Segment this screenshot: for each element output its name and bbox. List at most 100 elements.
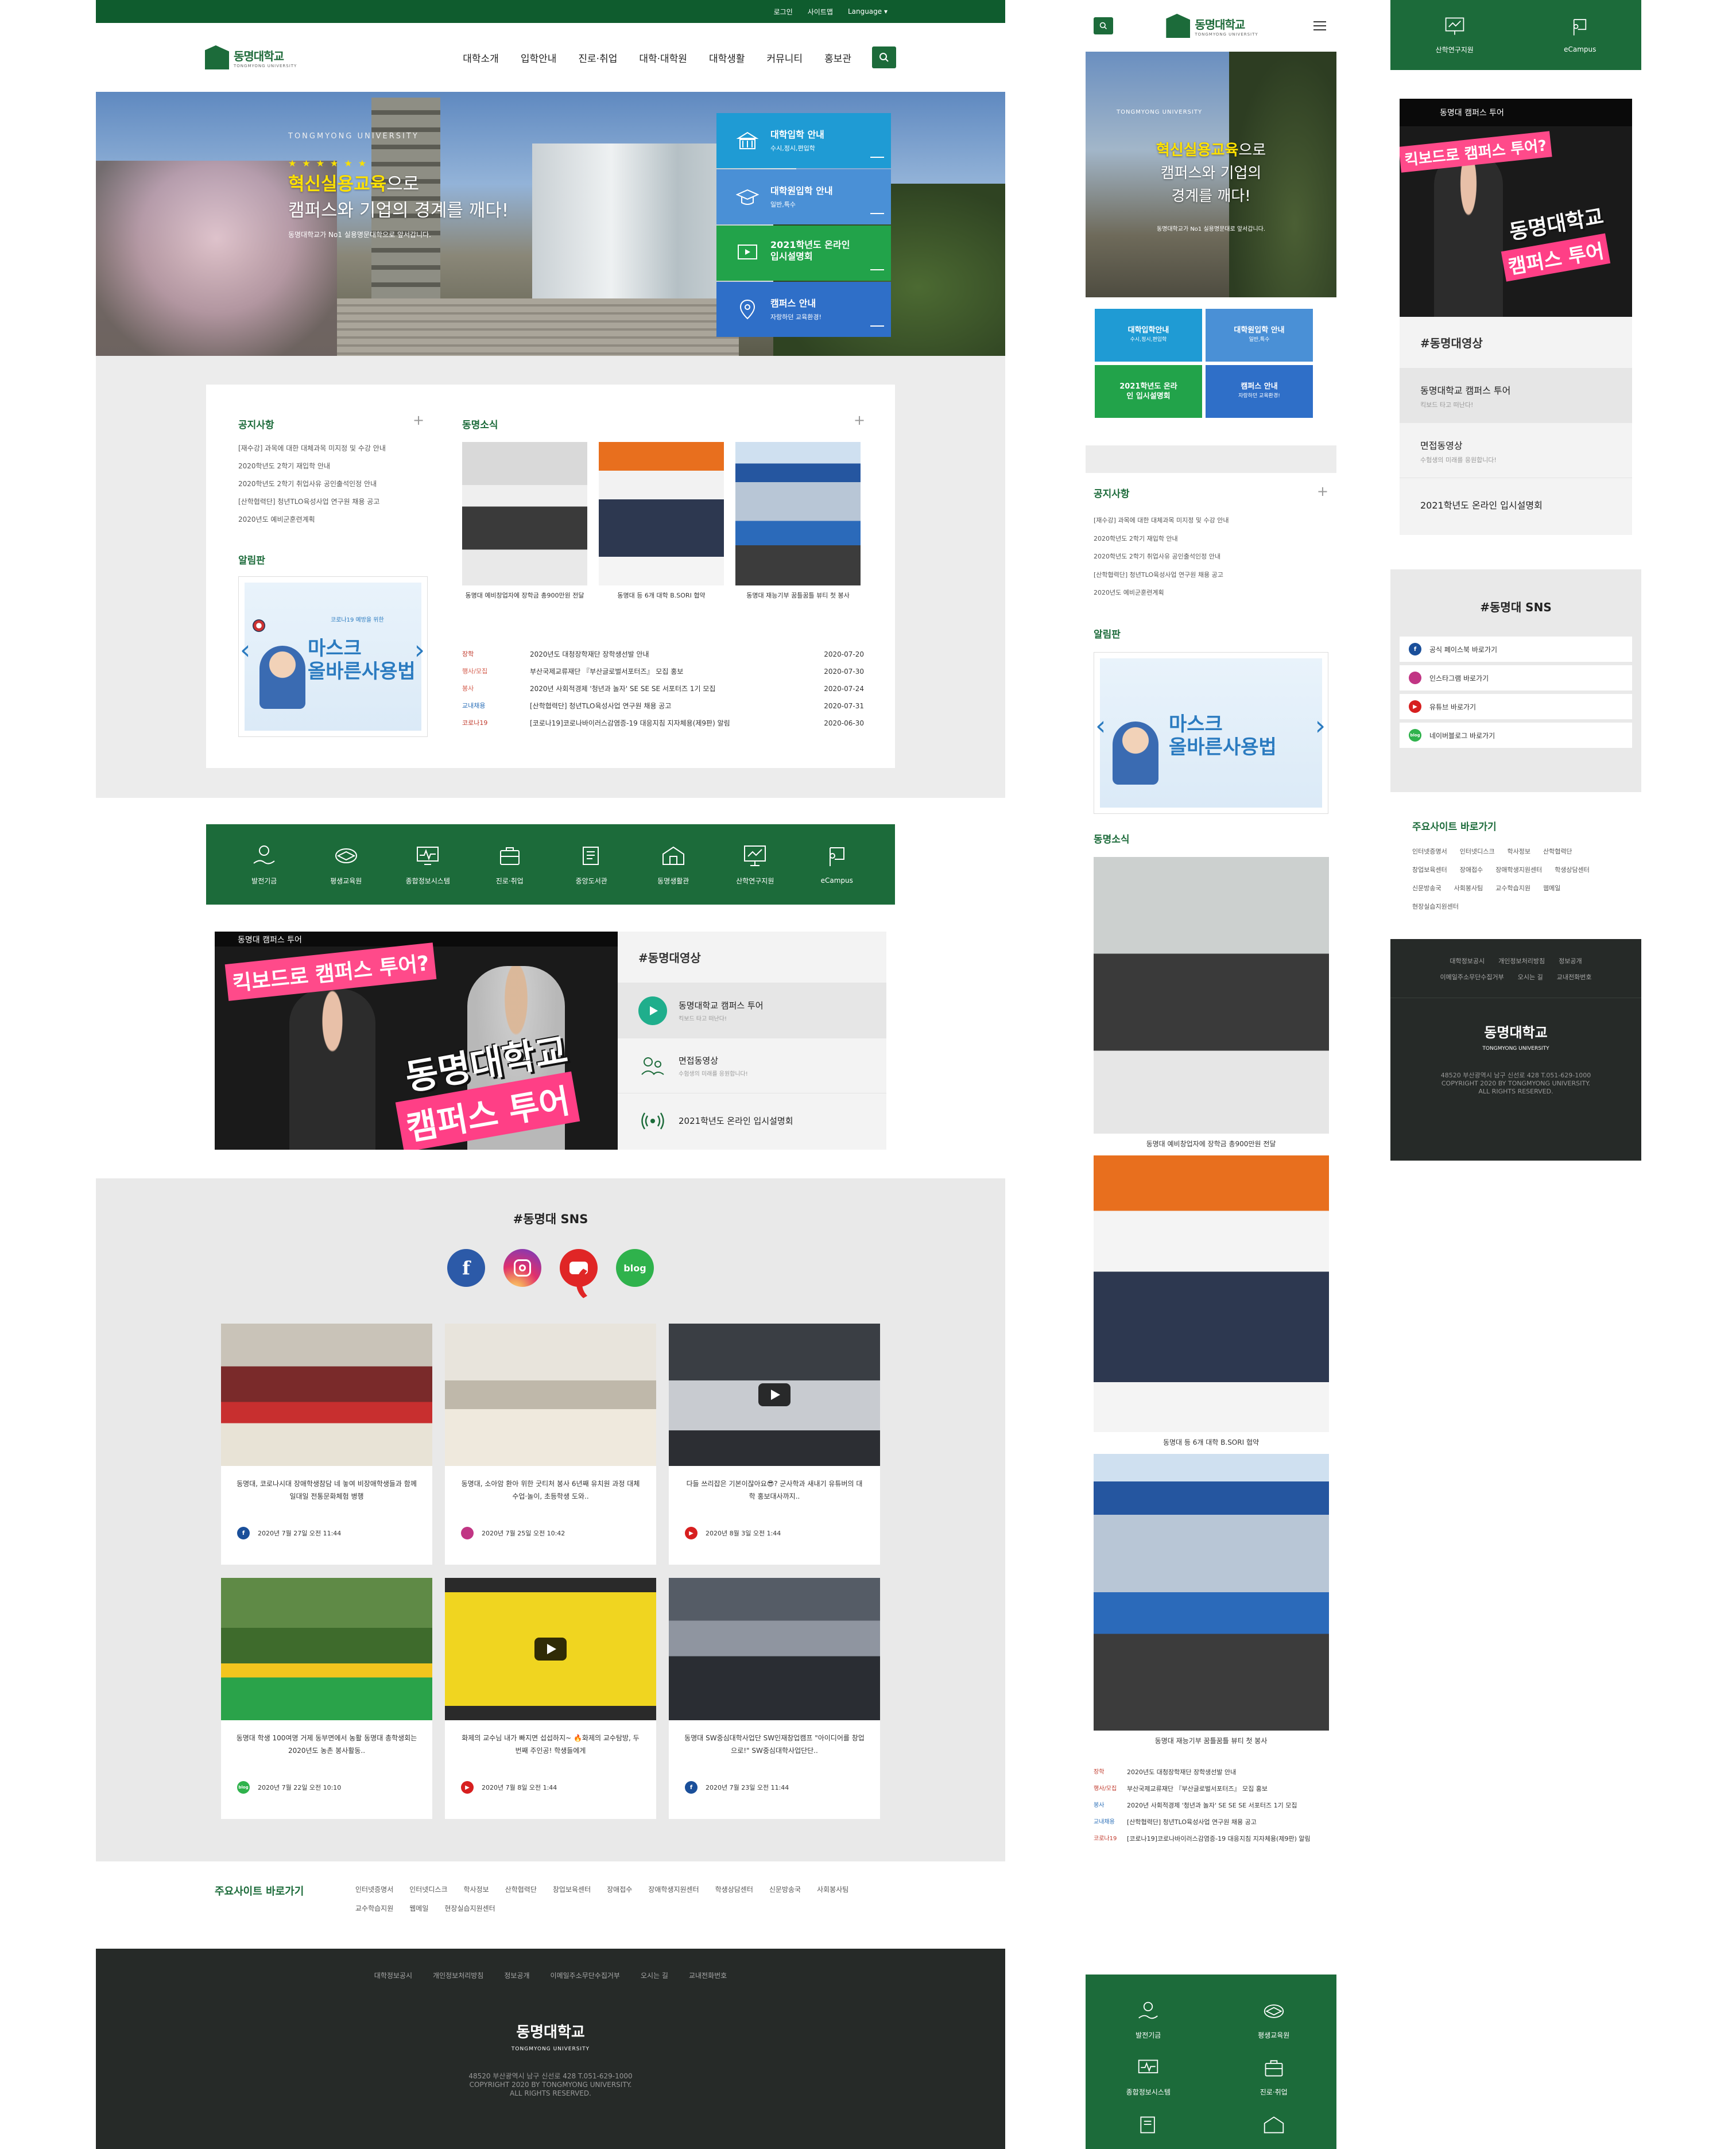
- mobile-shortcut-link[interactable]: 현장실습지원센터: [1412, 902, 1459, 911]
- instagram-icon[interactable]: [503, 1249, 541, 1287]
- mobile-shortcut-link[interactable]: 학사정보: [1507, 847, 1530, 856]
- mobile-notice-more-icon[interactable]: +: [1317, 483, 1328, 499]
- mobile-news-photo-card[interactable]: 동명대 예비창업자에 장학금 총900만원 전달: [1093, 856, 1329, 1155]
- shortcut-link[interactable]: 학사정보: [464, 1884, 489, 1894]
- sns-card[interactable]: 다들 쓰리잡은 기본이잖아요😎? 군사학과 새내기 유튜버의 대학 홍보대사까지…: [669, 1324, 880, 1565]
- mobile-notice-item[interactable]: [재수강] 과목에 대한 대체과목 미지정 및 수강 안내: [1094, 511, 1328, 530]
- mobile-footer-link[interactable]: 대학정보공시: [1450, 956, 1485, 965]
- mobile-news-photo-card[interactable]: 동명대 등 6개 대학 B.SORI 협약: [1093, 1155, 1329, 1454]
- shortcut-link[interactable]: 신문방송국: [769, 1884, 801, 1894]
- next-arrow-icon[interactable]: ›: [414, 634, 425, 665]
- mobile-search-button[interactable]: [1094, 17, 1113, 34]
- mobile-shortcut-link[interactable]: 인터넷증명서: [1412, 847, 1447, 856]
- nav-item-about[interactable]: 대학소개: [463, 51, 499, 65]
- quick-link-campus[interactable]: 캠퍼스 안내 자랑하던 교육환경!: [716, 282, 891, 337]
- mobile-footer-link[interactable]: 정보공개: [1559, 956, 1582, 965]
- mobile-logo[interactable]: 동명대학교 TONGMYONG UNIVERSITY: [1166, 14, 1258, 38]
- nav-item-campus-life[interactable]: 대학생활: [709, 51, 745, 65]
- footer-link[interactable]: 오시는 길: [641, 1970, 668, 1980]
- service-fund[interactable]: 발전기금: [230, 844, 299, 886]
- mobile-notice-item[interactable]: 2020학년도 2학기 재입학 안내: [1094, 530, 1328, 548]
- sns-card[interactable]: 동명대, 코로나시대 장애학생참담 네 놓여 비장애학생들과 함께 일대일 전통…: [221, 1324, 432, 1565]
- shortcut-link[interactable]: 인터넷디스크: [409, 1884, 447, 1894]
- mobile-service-item[interactable]: 종합정보시스템: [1086, 2057, 1211, 2097]
- notice-item[interactable]: [재수강] 과목에 대한 대체과목 미지정 및 수강 안내: [238, 440, 386, 457]
- video-item[interactable]: 동명대학교 캠퍼스 투어 킥보드 타고 떠난다!: [618, 983, 886, 1038]
- mobile-news-row[interactable]: 장학 2020년도 대청장학재단 장학생선발 안내: [1094, 1767, 1328, 1777]
- news-photo-card[interactable]: 동명대 재능기부 꿈틀꿈틀 뷰티 첫 봉사: [735, 442, 861, 600]
- news-more-icon[interactable]: +: [854, 412, 865, 428]
- mobile-service-item[interactable]: [1211, 2114, 1337, 2136]
- news-photo-card[interactable]: 동명대 예비창업자에 장학금 총900만원 전달: [462, 442, 587, 600]
- service-dormitory[interactable]: 동명생활관: [639, 844, 708, 886]
- nav-item-pr[interactable]: 홍보관: [824, 51, 851, 65]
- mobile-sns-link[interactable]: 인스타그램 바로가기: [1400, 665, 1632, 691]
- mobile-shortcut-link[interactable]: 창업보육센터: [1412, 865, 1447, 874]
- shortcut-link[interactable]: 산학협력단: [505, 1884, 537, 1894]
- news-photo-card[interactable]: 동명대 등 6개 대학 B.SORI 협약: [599, 442, 724, 600]
- mobile-news-row[interactable]: 코로나19 [코로나19]코로나바이러스감염증-19 대응지침 지자체용(제9판)…: [1094, 1834, 1328, 1844]
- notice-item[interactable]: 2020학년도 2학기 취업사유 공인출석인정 안내: [238, 475, 386, 493]
- play-button-icon[interactable]: [758, 1383, 790, 1406]
- mobile-sns-link[interactable]: ▶ 유튜브 바로가기: [1400, 694, 1632, 719]
- mobile-quick-link[interactable]: 대학원입학 안내 일반,특수: [1206, 309, 1313, 362]
- mobile-footer-link[interactable]: 교내전화번호: [1557, 972, 1592, 982]
- mobile-service-item[interactable]: 발전기금: [1086, 2000, 1211, 2040]
- shortcut-link[interactable]: 인터넷증명서: [355, 1884, 393, 1894]
- news-row[interactable]: 행사/모집 부산국제교류재단 『부산글로벌서포터즈』 모집 홍보 2020-07-3…: [462, 663, 864, 680]
- notice-more-icon[interactable]: +: [413, 412, 424, 428]
- nav-item-career[interactable]: 진로·취업: [578, 51, 617, 65]
- mobile-service-item[interactable]: 산학연구지원: [1436, 16, 1474, 55]
- mobile-shortcut-link[interactable]: 장애학생지원센터: [1495, 865, 1542, 874]
- news-row[interactable]: 코로나19 [코로나19]코로나바이러스감염증-19 대응지침 지자체용(제9판)…: [462, 715, 864, 732]
- mobile-alert-popup[interactable]: 마스크 올바른사용법 ‹ ›: [1094, 651, 1328, 814]
- notice-item[interactable]: 2020년도 예비군훈련계획: [238, 511, 386, 529]
- service-ecampus[interactable]: eCampus: [803, 844, 871, 885]
- mobile-service-item[interactable]: eCampus: [1564, 17, 1596, 53]
- mobile-shortcut-link[interactable]: 사회봉사팀: [1454, 883, 1483, 893]
- sitemap-link[interactable]: 사이트맵: [808, 7, 833, 17]
- mobile-video-player[interactable]: 동명대 캠퍼스 투어 킥보드로 캠퍼스 투어? 동명대학교 캠퍼스 투어: [1400, 99, 1632, 317]
- mobile-video-item[interactable]: 면접동영상 수험생의 미래를 응원합니다!: [1400, 423, 1632, 478]
- facebook-icon[interactable]: f: [447, 1249, 485, 1287]
- mobile-video-item[interactable]: 2021학년도 온라인 입시설명회: [1400, 478, 1632, 533]
- mobile-news-row[interactable]: 교내채용 [산학협력단] 청년TLO육성사업 연구원 채용 공고: [1094, 1817, 1328, 1827]
- quick-link-graduate[interactable]: 대학원입학 안내 일반,특수: [716, 169, 891, 224]
- mobile-service-item[interactable]: 평생교육원: [1211, 2000, 1337, 2040]
- video-player[interactable]: 동명대 캠퍼스 투어 킥보드로 캠퍼스 투어? 동명대학교 캠퍼스 투어: [215, 932, 618, 1150]
- mobile-footer-link[interactable]: 개인정보처리방침: [1498, 956, 1545, 965]
- play-button-icon[interactable]: [534, 1638, 567, 1661]
- shortcut-link[interactable]: 사회봉사팀: [817, 1884, 848, 1894]
- service-research[interactable]: 산학연구지원: [720, 844, 789, 886]
- mobile-sns-link[interactable]: f 공식 페이스북 바로가기: [1400, 637, 1632, 662]
- mobile-footer-link[interactable]: 오시는 길: [1518, 972, 1543, 982]
- language-select[interactable]: Language ▾: [848, 7, 888, 15]
- service-library[interactable]: 중앙도서관: [557, 844, 626, 886]
- sns-card[interactable]: 동명대, 소아암 환아 위한 굿티처 봉사 6년째 유치원 과정 대체 수업·놀…: [445, 1324, 656, 1565]
- service-lifelong[interactable]: 평생교육원: [312, 844, 381, 886]
- mobile-shortcut-link[interactable]: 신문방송국: [1412, 883, 1442, 893]
- mobile-shortcut-link[interactable]: 학생상담센터: [1555, 865, 1590, 874]
- footer-link[interactable]: 정보공개: [504, 1970, 529, 1980]
- mobile-quick-link[interactable]: 2021학년도 온라인 입시설명회: [1095, 365, 1202, 418]
- mobile-shortcut-link[interactable]: 웹메일: [1543, 883, 1560, 893]
- service-career[interactable]: 진로·취업: [475, 844, 544, 886]
- shortcut-link[interactable]: 장애접수: [607, 1884, 632, 1894]
- footer-link[interactable]: 교내전화번호: [689, 1970, 727, 1980]
- shortcut-link[interactable]: 창업보육센터: [553, 1884, 591, 1894]
- site-logo[interactable]: 동명대학교 TONGMYONG UNIVERSITY: [205, 45, 297, 69]
- mobile-sns-link[interactable]: blog 네이버블로그 바로가기: [1400, 723, 1632, 748]
- mobile-quick-link[interactable]: 대학입학안내 수시,정시,편입학: [1095, 309, 1202, 362]
- mobile-news-photo-card[interactable]: 동명대 재능기부 꿈틀꿈틀 뷰티 첫 봉사: [1093, 1453, 1329, 1752]
- mobile-notice-item[interactable]: 2020학년도 2학기 취업사유 공인출석인정 안내: [1094, 548, 1328, 566]
- mobile-news-row[interactable]: 봉사 2020년 사회적경제 '청년과 놀자' SE SE SE 서포터즈 1기 …: [1094, 1801, 1328, 1810]
- mobile-video-item[interactable]: 동명대학교 캠퍼스 투어 킥보드 타고 떠난다!: [1400, 368, 1632, 423]
- login-link[interactable]: 로그인: [774, 7, 793, 17]
- nav-item-colleges[interactable]: 대학·대학원: [639, 51, 687, 65]
- mobile-shortcut-link[interactable]: 산학협력단: [1543, 847, 1572, 856]
- prev-arrow-icon[interactable]: ‹: [240, 634, 250, 665]
- nav-item-community[interactable]: 커뮤니티: [767, 51, 803, 65]
- mobile-shortcut-link[interactable]: 인터넷디스크: [1460, 847, 1495, 856]
- news-row[interactable]: 장학 2020년도 대청장학재단 장학생선발 안내 2020-07-20: [462, 646, 864, 663]
- mobile-notice-item[interactable]: [산학협력단] 청년TLO육성사업 연구원 채용 공고: [1094, 566, 1328, 584]
